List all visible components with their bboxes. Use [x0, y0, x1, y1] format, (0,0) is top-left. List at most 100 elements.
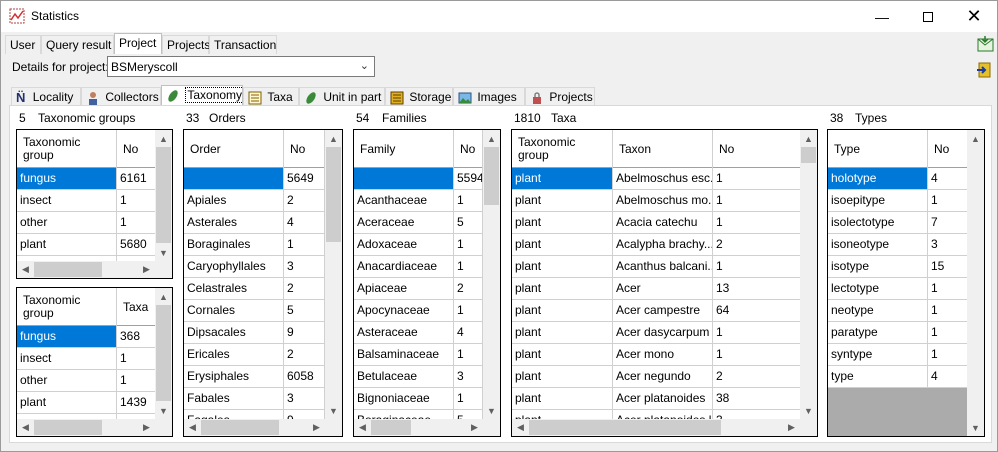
scroll-up-arrow-icon[interactable]: ▲: [483, 130, 500, 147]
table-cell[interactable]: 1: [713, 212, 801, 233]
table-cell[interactable]: 2: [454, 278, 483, 299]
vertical-scrollbar[interactable]: ▲ ▼: [155, 130, 172, 261]
table-cell[interactable]: Bignoniaceae: [354, 388, 454, 409]
table-cell[interactable]: neotype: [828, 300, 928, 321]
table-cell[interactable]: 38: [713, 388, 801, 409]
tab-user[interactable]: User: [5, 35, 41, 54]
scroll-thumb[interactable]: [484, 147, 499, 205]
vertical-scrollbar[interactable]: ▲ ▼: [325, 130, 342, 419]
scroll-down-arrow-icon[interactable]: ▼: [967, 419, 984, 436]
vertical-scrollbar[interactable]: ▲ ▼: [155, 288, 172, 419]
table-cell[interactable]: Balsaminaceae: [354, 344, 454, 365]
scroll-up-arrow-icon[interactable]: ▲: [155, 288, 172, 305]
table-cell[interactable]: 368: [117, 326, 157, 347]
table-cell[interactable]: Apiaceae: [354, 278, 454, 299]
table-cell[interactable]: 6161: [117, 168, 157, 189]
scroll-thumb-horizontal[interactable]: [371, 420, 411, 435]
table-row[interactable]: Dipsacales 9: [184, 322, 325, 344]
table-row[interactable]: Erysiphales 6058: [184, 366, 325, 388]
table-row[interactable]: Fabales 3: [184, 388, 325, 410]
scroll-right-arrow-icon[interactable]: ▶: [138, 261, 155, 278]
table-cell[interactable]: 1439: [117, 392, 157, 413]
close-button[interactable]: ✕: [951, 1, 997, 32]
table-row[interactable]: type 4: [828, 366, 984, 388]
table-cell[interactable]: holotype: [828, 168, 928, 189]
tab-projects[interactable]: Projects: [162, 35, 210, 54]
exit-door-icon[interactable]: [976, 61, 994, 79]
table-cell[interactable]: plant: [512, 212, 613, 233]
table-cell[interactable]: plant: [512, 322, 613, 343]
table-cell[interactable]: insect: [17, 190, 117, 211]
scroll-down-arrow-icon[interactable]: ▼: [483, 402, 500, 419]
scroll-left-arrow-icon[interactable]: ◀: [354, 419, 371, 436]
table-cell[interactable]: Acer: [613, 278, 713, 299]
table-cell[interactable]: 6058: [284, 366, 325, 387]
table-row[interactable]: Bignoniaceae 1: [354, 388, 483, 410]
table-row[interactable]: fungus 368: [17, 326, 157, 348]
table-cell[interactable]: 13: [713, 278, 801, 299]
table-cell[interactable]: Acer mono: [613, 344, 713, 365]
project-select[interactable]: BSMeryscoll ⌄: [107, 56, 375, 77]
table-cell[interactable]: Acalypha brachy...: [613, 234, 713, 255]
table-cell[interactable]: 5594: [454, 168, 483, 189]
scroll-down-arrow-icon[interactable]: ▼: [155, 402, 172, 419]
table-row[interactable]: Apiaceae 2: [354, 278, 483, 300]
table-cell[interactable]: plant: [512, 278, 613, 299]
column-header[interactable]: Taxonomic group: [17, 130, 117, 168]
table-row[interactable]: other 1: [17, 212, 157, 234]
table-cell[interactable]: Betulaceae: [354, 366, 454, 387]
column-header[interactable]: Order: [184, 130, 284, 168]
scroll-thumb[interactable]: [801, 147, 816, 163]
table-row[interactable]: Balsaminaceae 1: [354, 344, 483, 366]
scroll-up-arrow-icon[interactable]: ▲: [800, 130, 817, 147]
table-row[interactable]: plant Acalypha brachy... 2: [512, 234, 801, 256]
table-cell[interactable]: 2: [284, 190, 325, 211]
table-cell[interactable]: Abelmoschus mo...: [613, 190, 713, 211]
scroll-right-arrow-icon[interactable]: ▶: [308, 419, 325, 436]
table-row[interactable]: plant Acer dasycarpum 1: [512, 322, 801, 344]
table-cell[interactable]: 5680: [117, 234, 157, 255]
tab-images[interactable]: Images: [453, 87, 525, 106]
column-header[interactable]: Type: [828, 130, 928, 168]
table-row[interactable]: fungus 6161: [17, 168, 157, 190]
vertical-scrollbar[interactable]: ▲ ▼: [800, 130, 817, 419]
table-row[interactable]: neotype 1: [828, 300, 984, 322]
table-cell[interactable]: plant: [17, 392, 117, 413]
table-row[interactable]: insect 1: [17, 348, 157, 370]
table-cell[interactable]: Aceraceae: [354, 212, 454, 233]
table-cell[interactable]: 2: [284, 278, 325, 299]
scroll-left-arrow-icon[interactable]: ◀: [184, 419, 201, 436]
tab-transaction[interactable]: Transaction: [209, 35, 277, 54]
table-cell[interactable]: 1: [117, 348, 157, 369]
table-row[interactable]: Caryophyllales 3: [184, 256, 325, 278]
table-cell[interactable]: Anacardiaceae: [354, 256, 454, 277]
tab-query-result[interactable]: Query result: [41, 35, 114, 54]
table-cell[interactable]: Ericales: [184, 344, 284, 365]
table-row[interactable]: Adoxaceae 1: [354, 234, 483, 256]
table-cell[interactable]: 1: [454, 344, 483, 365]
table-cell[interactable]: 4: [284, 212, 325, 233]
table-cell[interactable]: other: [17, 212, 117, 233]
table-cell[interactable]: insect: [17, 348, 117, 369]
column-header[interactable]: No: [284, 130, 325, 168]
scroll-thumb[interactable]: [156, 147, 171, 243]
scroll-right-arrow-icon[interactable]: ▶: [466, 419, 483, 436]
table-cell[interactable]: plant: [512, 168, 613, 189]
table-cell[interactable]: Dipsacales: [184, 322, 284, 343]
table-cell[interactable]: fungus: [17, 326, 117, 347]
table-cell[interactable]: 3: [454, 366, 483, 387]
taxa-grid[interactable]: Taxonomic group Taxon No plant Abelmoschus e…: [511, 129, 818, 437]
table-cell[interactable]: 1: [117, 212, 157, 233]
table-cell[interactable]: [354, 168, 454, 189]
types-grid[interactable]: Type No holotype 4 isoepitype 1 isolectotype 7 i…: [827, 129, 985, 437]
table-cell[interactable]: 3: [284, 256, 325, 277]
horizontal-scrollbar[interactable]: ◀ ▶: [512, 419, 817, 436]
tab-collectors[interactable]: Collectors: [81, 87, 161, 106]
table-cell[interactable]: 2: [284, 344, 325, 365]
table-row[interactable]: Cornales 5: [184, 300, 325, 322]
table-cell[interactable]: Acer negundo: [613, 366, 713, 387]
table-row[interactable]: plant Acanthus balcani... 1: [512, 256, 801, 278]
scroll-thumb-horizontal[interactable]: [34, 262, 102, 277]
table-cell[interactable]: plant: [512, 300, 613, 321]
table-cell[interactable]: Asteraceae: [354, 322, 454, 343]
